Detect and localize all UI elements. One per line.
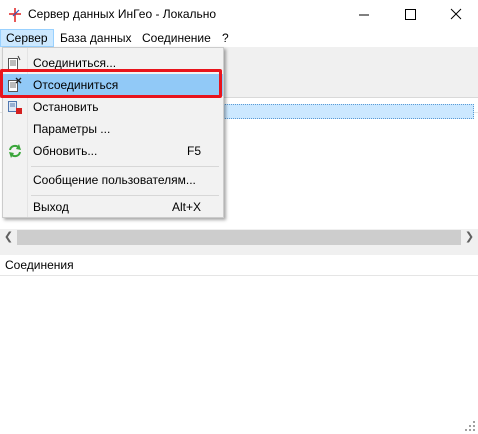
close-icon — [450, 8, 462, 20]
menu-item-refresh[interactable]: Обновить... F5 — [3, 140, 223, 162]
scrollbar-thumb[interactable] — [17, 230, 461, 245]
app-icon — [9, 8, 21, 22]
menu-item-label: Остановить — [33, 100, 99, 114]
menu-item-stop[interactable]: Остановить — [3, 96, 223, 118]
menu-item-shortcut: Alt+X — [171, 200, 201, 214]
menu-item-parameters[interactable]: Параметры ... — [3, 118, 223, 140]
scroll-right-arrow-icon[interactable]: ❯ — [461, 229, 478, 246]
panel-splitter[interactable] — [0, 246, 478, 255]
annotation-highlight-box — [0, 69, 222, 98]
resize-grip-icon[interactable] — [464, 420, 476, 432]
menu-item-label: Выход — [33, 200, 69, 214]
menu-database[interactable]: База данных — [55, 29, 136, 47]
scroll-left-arrow-icon[interactable]: ❮ — [0, 229, 17, 246]
menu-item-message-users[interactable]: Сообщение пользователям... — [3, 169, 223, 191]
menu-help[interactable]: ? — [217, 29, 234, 47]
window-title: Сервер данных ИнГео - Локально — [28, 7, 217, 21]
title-bar: Сервер данных ИнГео - Локально — [0, 0, 478, 29]
stop-server-icon — [8, 101, 22, 114]
connections-header: Соединения — [0, 255, 478, 276]
maximize-icon — [405, 9, 416, 20]
menu-connection[interactable]: Соединение — [137, 29, 216, 47]
horizontal-scrollbar[interactable]: ❮ ❯ — [0, 229, 478, 246]
refresh-icon — [9, 144, 21, 158]
menu-item-exit[interactable]: Выход Alt+X — [3, 196, 223, 218]
menu-separator — [31, 166, 219, 167]
connections-header-label: Соединения — [5, 258, 74, 272]
maximize-button[interactable] — [387, 0, 433, 29]
close-button[interactable] — [433, 0, 478, 29]
menu-item-label: Параметры ... — [33, 122, 111, 136]
menu-item-label: Сообщение пользователям... — [33, 173, 196, 187]
menu-item-label: Соединиться... — [33, 56, 117, 70]
menu-item-shortcut: F5 — [186, 144, 201, 158]
minimize-icon — [359, 14, 369, 16]
menu-bar: Сервер База данных Соединение ? — [0, 29, 478, 47]
selected-list-row[interactable] — [220, 104, 474, 119]
menu-server[interactable]: Сервер — [0, 29, 54, 47]
minimize-button[interactable] — [341, 0, 387, 29]
connections-list[interactable] — [0, 276, 478, 434]
menu-item-label: Обновить... — [33, 144, 98, 158]
